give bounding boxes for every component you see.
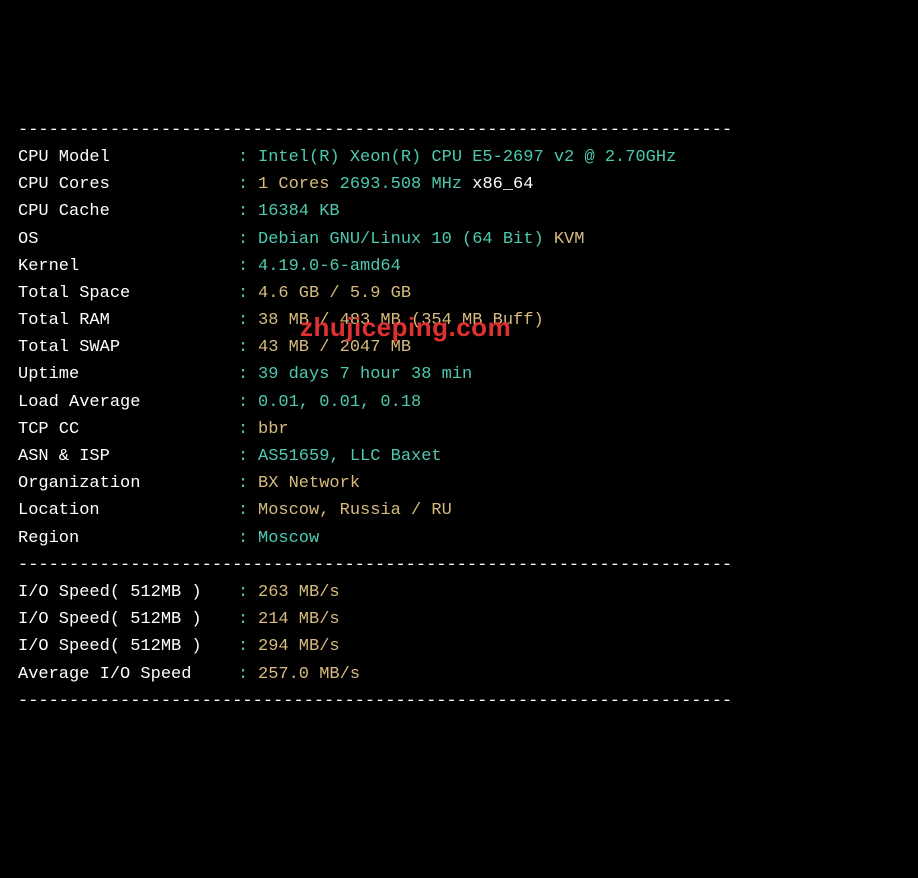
- sysinfo-value-segment: 2693.508 MHz: [340, 175, 473, 194]
- iospeed-row: I/O Speed( 512MB ): 263 MB/s: [18, 579, 900, 606]
- colon-separator: :: [238, 497, 258, 524]
- colon-separator: :: [238, 307, 258, 334]
- sysinfo-row: Kernel: 4.19.0-6-amd64: [18, 253, 900, 280]
- sysinfo-value-segment: 43 MB / 2047 MB: [258, 338, 411, 357]
- sysinfo-label: OS: [18, 226, 238, 253]
- sysinfo-label: Load Average: [18, 389, 238, 416]
- colon-separator: :: [238, 171, 258, 198]
- iospeed-value-segment: 257.0 MB/s: [258, 665, 360, 684]
- colon-separator: :: [238, 661, 258, 688]
- colon-separator: :: [238, 525, 258, 552]
- colon-separator: :: [238, 144, 258, 171]
- sysinfo-label: Total RAM: [18, 307, 238, 334]
- colon-separator: :: [238, 280, 258, 307]
- colon-separator: :: [238, 633, 258, 660]
- sysinfo-row: TCP CC: bbr: [18, 416, 900, 443]
- divider: ----------------------------------------…: [18, 552, 900, 579]
- sysinfo-value-segment: KVM: [554, 230, 585, 249]
- sysinfo-label: Organization: [18, 470, 238, 497]
- divider: ----------------------------------------…: [18, 688, 900, 715]
- sysinfo-row: OS: Debian GNU/Linux 10 (64 Bit) KVM: [18, 226, 900, 253]
- sysinfo-value-segment: 38 MB / 483 MB (354 MB Buff): [258, 311, 544, 330]
- sysinfo-label: CPU Cores: [18, 171, 238, 198]
- sysinfo-value-segment: 4.19.0-6-amd64: [258, 257, 401, 276]
- colon-separator: :: [238, 389, 258, 416]
- sysinfo-row: Total RAM: 38 MB / 483 MB (354 MB Buff): [18, 307, 900, 334]
- iospeed-row: I/O Speed( 512MB ): 294 MB/s: [18, 633, 900, 660]
- sysinfo-value-segment: 1 Cores: [258, 175, 340, 194]
- sysinfo-value-segment: 0.01, 0.01, 0.18: [258, 393, 421, 412]
- sysinfo-value-segment: Debian GNU/Linux 10 (64 Bit): [258, 230, 554, 249]
- iospeed-value-segment: 263 MB/s: [258, 583, 340, 602]
- sysinfo-row: CPU Cache: 16384 KB: [18, 198, 900, 225]
- sysinfo-row: Uptime: 39 days 7 hour 38 min: [18, 361, 900, 388]
- colon-separator: :: [238, 606, 258, 633]
- sysinfo-row: CPU Model: Intel(R) Xeon(R) CPU E5-2697 …: [18, 144, 900, 171]
- iospeed-label: Average I/O Speed: [18, 661, 238, 688]
- sysinfo-value-segment: Moscow, Russia / RU: [258, 501, 452, 520]
- sysinfo-value-segment: bbr: [258, 420, 289, 439]
- divider: ----------------------------------------…: [18, 117, 900, 144]
- sysinfo-row: Region: Moscow: [18, 525, 900, 552]
- sysinfo-label: Total Space: [18, 280, 238, 307]
- iospeed-label: I/O Speed( 512MB ): [18, 633, 238, 660]
- terminal-output: ----------------------------------------…: [18, 117, 900, 715]
- sysinfo-row: Organization: BX Network: [18, 470, 900, 497]
- colon-separator: :: [238, 579, 258, 606]
- iospeed-label: I/O Speed( 512MB ): [18, 579, 238, 606]
- sysinfo-row: Total SWAP: 43 MB / 2047 MB: [18, 334, 900, 361]
- sysinfo-label: Location: [18, 497, 238, 524]
- iospeed-label: I/O Speed( 512MB ): [18, 606, 238, 633]
- sysinfo-label: Uptime: [18, 361, 238, 388]
- sysinfo-row: CPU Cores: 1 Cores 2693.508 MHz x86_64: [18, 171, 900, 198]
- sysinfo-row: ASN & ISP: AS51659, LLC Baxet: [18, 443, 900, 470]
- colon-separator: :: [238, 253, 258, 280]
- sysinfo-value-segment: x86_64: [472, 175, 533, 194]
- iospeed-row: I/O Speed( 512MB ): 214 MB/s: [18, 606, 900, 633]
- iospeed-value-segment: 294 MB/s: [258, 637, 340, 656]
- sysinfo-label: TCP CC: [18, 416, 238, 443]
- sysinfo-value-segment: Intel(R) Xeon(R) CPU E5-2697 v2 @ 2.70GH…: [258, 148, 676, 167]
- sysinfo-label: CPU Cache: [18, 198, 238, 225]
- iospeed-row: Average I/O Speed: 257.0 MB/s: [18, 661, 900, 688]
- colon-separator: :: [238, 470, 258, 497]
- sysinfo-value-segment: 16384 KB: [258, 202, 340, 221]
- sysinfo-row: Location: Moscow, Russia / RU: [18, 497, 900, 524]
- colon-separator: :: [238, 443, 258, 470]
- sysinfo-value-segment: BX Network: [258, 474, 360, 493]
- sysinfo-label: Region: [18, 525, 238, 552]
- sysinfo-value-segment: 39 days 7 hour 38 min: [258, 365, 472, 384]
- colon-separator: :: [238, 334, 258, 361]
- sysinfo-value-segment: AS51659, LLC Baxet: [258, 447, 442, 466]
- sysinfo-label: ASN & ISP: [18, 443, 238, 470]
- colon-separator: :: [238, 361, 258, 388]
- sysinfo-value-segment: Moscow: [258, 529, 319, 548]
- sysinfo-row: Load Average: 0.01, 0.01, 0.18: [18, 389, 900, 416]
- sysinfo-row: Total Space: 4.6 GB / 5.9 GB: [18, 280, 900, 307]
- sysinfo-label: CPU Model: [18, 144, 238, 171]
- sysinfo-label: Kernel: [18, 253, 238, 280]
- colon-separator: :: [238, 226, 258, 253]
- sysinfo-label: Total SWAP: [18, 334, 238, 361]
- colon-separator: :: [238, 416, 258, 443]
- colon-separator: :: [238, 198, 258, 225]
- sysinfo-value-segment: 4.6 GB / 5.9 GB: [258, 284, 411, 303]
